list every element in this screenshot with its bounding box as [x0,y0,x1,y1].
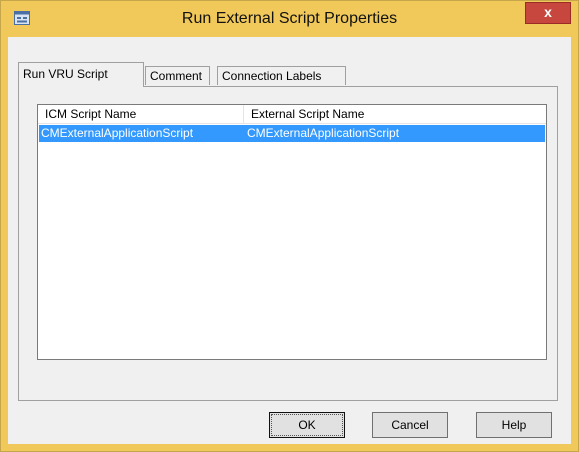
script-list[interactable]: ICM Script Name External Script Name CME… [37,104,547,360]
column-header-icm-script-name[interactable]: ICM Script Name [38,105,243,123]
list-header: ICM Script Name External Script Name [38,105,546,124]
title-bar[interactable]: Run External Script Properties x [1,1,578,37]
help-button[interactable]: Help [476,412,552,438]
tab-connection-labels[interactable]: Connection Labels [217,66,346,85]
window-title: Run External Script Properties [181,10,398,27]
dialog-client-area: Run VRU Script Comment Connection Labels… [8,37,571,444]
ok-button[interactable]: OK [269,412,345,438]
tab-comment[interactable]: Comment [145,66,210,85]
table-row[interactable]: CMExternalApplicationScript CMExternalAp… [39,125,545,142]
ok-button-label: OK [298,418,316,432]
column-header-external-script-name[interactable]: External Script Name [244,105,544,123]
cancel-button[interactable]: Cancel [372,412,448,438]
close-icon: x [544,4,552,20]
tab-run-vru-script[interactable]: Run VRU Script [18,62,144,87]
cell-external-script-name: CMExternalApplicationScript [247,126,400,140]
close-button[interactable]: x [525,2,571,24]
cell-icm-script-name: CMExternalApplicationScript [41,126,194,140]
dialog-window: Run External Script Properties x Run VRU… [0,0,579,452]
